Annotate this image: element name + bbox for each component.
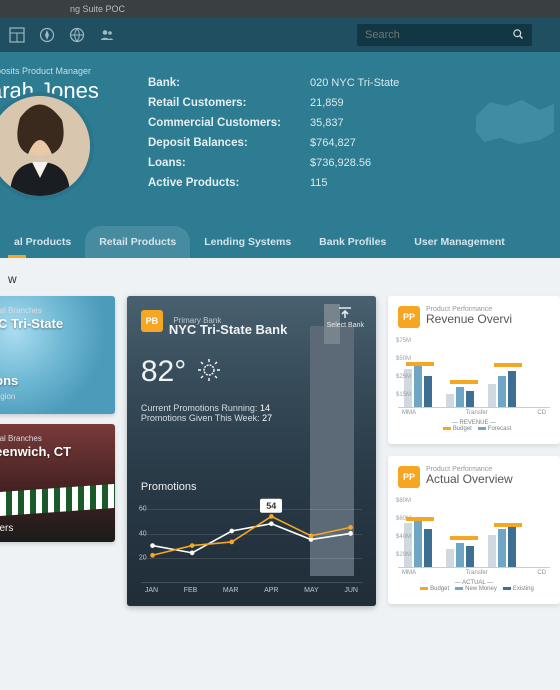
stat-label: Loans: — [148, 154, 308, 172]
stat-label: Commercial Customers: — [148, 114, 308, 132]
stat-value: $736,928.56 — [310, 154, 399, 172]
chart-title: Promotions — [141, 481, 362, 493]
temperature: 82° — [141, 355, 186, 389]
actual-overview-card[interactable]: PP Product Performance Actual Overview $… — [388, 456, 560, 604]
stat-label: Deposit Balances: — [148, 134, 308, 152]
globe-icon[interactable] — [64, 22, 90, 48]
primary-bank-card[interactable]: PB Primary Bank NYC Tri-State Bank Selec… — [127, 296, 376, 606]
section-heading: w — [0, 258, 560, 296]
search-input[interactable] — [365, 29, 512, 41]
promo-label: Promotions Given This Week: — [141, 413, 260, 423]
tile-title: embers — [0, 523, 13, 534]
promotions-chart: Promotions 54 204060 JANFEBMARAPRMAYJUN — [141, 481, 362, 594]
tile-branches-nyc[interactable]: egional Branches NYC Tri-State n Region … — [0, 296, 115, 414]
tab-retail-products[interactable]: Retail Products — [85, 226, 190, 258]
tile-subtitle: egional Branches — [0, 306, 42, 315]
sun-icon — [196, 357, 222, 388]
revenue-overview-card[interactable]: PP Product Performance Revenue Overvi $1… — [388, 296, 560, 444]
window-titlebar: ng Suite POC — [0, 0, 560, 18]
profile-header: posits Product Manager arah Jones Bank:0… — [0, 52, 560, 258]
chart-callout: 54 — [260, 498, 282, 512]
tab-bank-profiles[interactable]: Bank Profiles — [305, 226, 400, 258]
stat-value: $764,827 — [310, 134, 399, 152]
tile-branches-greenwich[interactable]: egional Branches Greenwich, CT embers — [0, 424, 115, 542]
users-icon[interactable] — [94, 22, 120, 48]
profile-stats: Bank:020 NYC Tri-State Retail Customers:… — [146, 72, 401, 194]
tab-al-products[interactable]: al Products — [0, 226, 85, 258]
region-silhouette-icon — [470, 92, 560, 157]
promo-value: 14 — [260, 403, 270, 413]
stat-label: Active Products: — [148, 174, 308, 192]
search-icon[interactable] — [512, 28, 524, 43]
stat-value: 115 — [310, 174, 399, 192]
compass-icon[interactable] — [34, 22, 60, 48]
tile-title: Greenwich, CT — [0, 444, 71, 459]
tab-lending-systems[interactable]: Lending Systems — [190, 226, 305, 258]
user-role: posits Product Manager — [0, 66, 138, 76]
search-field[interactable] — [357, 24, 532, 46]
nav-tabs: al Products Retail Products Lending Syst… — [0, 226, 560, 258]
app-title: ng Suite POC — [70, 4, 125, 14]
stat-value: 21,859 — [310, 94, 399, 112]
pp-title: Actual Overview — [426, 472, 513, 486]
top-toolbar — [0, 18, 560, 52]
tab-user-management[interactable]: User Management — [400, 226, 518, 258]
tile-subtitle: egional Branches — [0, 434, 42, 443]
stat-label: Bank: — [148, 74, 308, 92]
pb-badge: PB — [141, 310, 163, 332]
dashboard-icon[interactable] — [4, 22, 30, 48]
pp-title: Revenue Overvi — [426, 312, 512, 326]
stat-label: Retail Customers: — [148, 94, 308, 112]
promo-value: 27 — [262, 413, 272, 423]
tile-subtitle: n Region — [0, 383, 18, 401]
stat-value: 35,837 — [310, 114, 399, 132]
promo-label: Current Promotions Running: — [141, 403, 258, 413]
pp-badge: PP — [398, 306, 420, 328]
avatar — [0, 92, 94, 200]
pp-badge: PP — [398, 466, 420, 488]
stat-value: 020 NYC Tri-State — [310, 74, 399, 92]
select-bank-button[interactable]: Select Bank — [327, 306, 364, 329]
tile-title: NYC Tri-State — [0, 316, 63, 331]
